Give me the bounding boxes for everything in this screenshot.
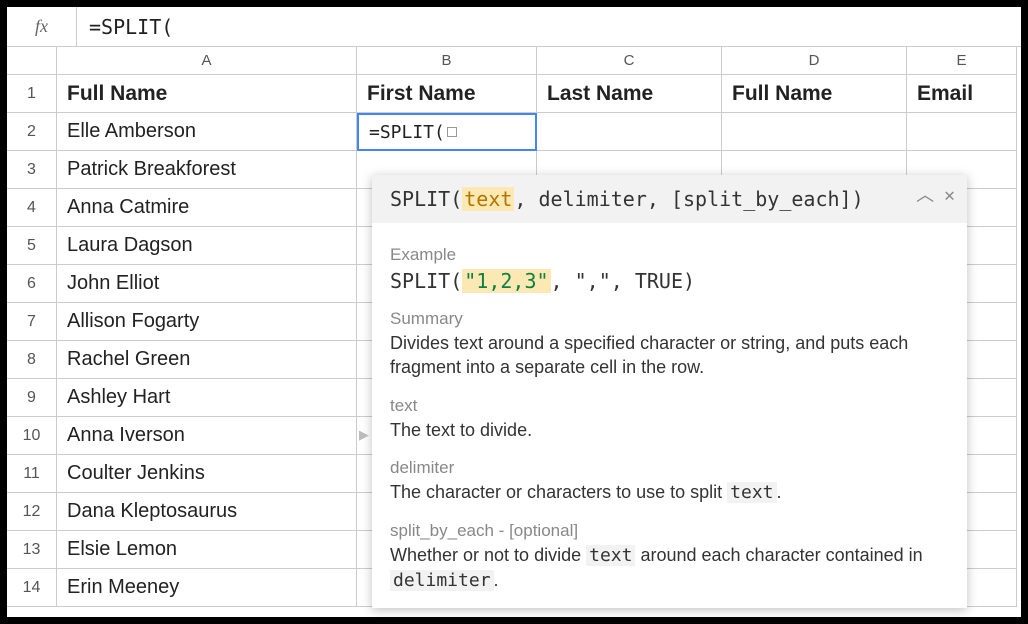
summary-label: Summary [390, 309, 949, 329]
row-header[interactable]: 8 [7, 341, 57, 379]
row-header[interactable]: 7 [7, 303, 57, 341]
t: Whether or not to divide [390, 545, 586, 565]
column-headers: A B C D E [7, 47, 1021, 75]
row-2: 2 Elle Amberson =SPLIT( [7, 113, 1021, 151]
close-icon[interactable]: ✕ [944, 183, 955, 208]
row-header[interactable]: 1 [7, 75, 57, 113]
cell[interactable]: Coulter Jenkins [57, 455, 357, 493]
spreadsheet-app: fx =SPLIT( A B C D E 1 Full Name First N… [7, 7, 1021, 617]
caret-left-icon: ▶ [359, 427, 369, 443]
sig-fn: SPLIT( [390, 187, 462, 211]
row-header[interactable]: 12 [7, 493, 57, 531]
cell[interactable] [537, 113, 722, 151]
t: The character or characters to use to sp… [390, 482, 727, 502]
tooltip-signature: SPLIT(text, delimiter, [split_by_each]) … [372, 175, 967, 223]
code: delimiter [390, 570, 494, 591]
summary-text: Divides text around a specified characte… [390, 331, 949, 380]
code: text [586, 545, 635, 566]
t: around each character contained in [635, 545, 922, 565]
select-all-corner[interactable] [7, 47, 57, 75]
row-header[interactable]: 10 [7, 417, 57, 455]
example-label: Example [390, 245, 949, 265]
tooltip-body: Example SPLIT("1,2,3", ",", TRUE) Summar… [372, 223, 967, 608]
example-line: SPLIT("1,2,3", ",", TRUE) [390, 269, 949, 293]
row-header[interactable]: 11 [7, 455, 57, 493]
t: . [777, 482, 782, 502]
tooltip-controls: ︿ ✕ [916, 183, 955, 208]
active-cell[interactable]: =SPLIT( [357, 113, 537, 151]
cell[interactable]: Anna Iverson [57, 417, 357, 455]
row-header[interactable]: 14 [7, 569, 57, 607]
param-delim-label: delimiter [390, 458, 949, 478]
param-split-desc: Whether or not to divide text around eac… [390, 543, 949, 594]
cell[interactable]: Elsie Lemon [57, 531, 357, 569]
cell[interactable]: Dana Kleptosaurus [57, 493, 357, 531]
ex-arg1: "1,2,3" [462, 269, 550, 293]
formula-help-tooltip: ▶ SPLIT(text, delimiter, [split_by_each]… [372, 175, 967, 608]
col-header-B[interactable]: B [357, 47, 537, 75]
cell[interactable]: Patrick Breakforest [57, 151, 357, 189]
cell[interactable]: Email [907, 75, 1017, 113]
param-split-label: split_by_each - [optional] [390, 521, 949, 541]
cell-formula-text: =SPLIT( [369, 122, 445, 143]
t: . [494, 570, 499, 590]
row-header[interactable]: 2 [7, 113, 57, 151]
row-header[interactable]: 6 [7, 265, 57, 303]
fx-icon[interactable]: fx [7, 7, 77, 46]
row-header[interactable]: 5 [7, 227, 57, 265]
col-header-D[interactable]: D [722, 47, 907, 75]
cell[interactable]: First Name [357, 75, 537, 113]
cell[interactable]: Rachel Green [57, 341, 357, 379]
row-header[interactable]: 4 [7, 189, 57, 227]
col-header-A[interactable]: A [57, 47, 357, 75]
row-1: 1 Full Name First Name Last Name Full Na… [7, 75, 1021, 113]
param-text-label: text [390, 396, 949, 416]
row-header[interactable]: 3 [7, 151, 57, 189]
cell[interactable]: Full Name [722, 75, 907, 113]
cursor-icon [447, 127, 457, 137]
code: text [727, 482, 776, 503]
ex-rest: , ",", TRUE) [551, 269, 696, 293]
cell[interactable]: Erin Meeney [57, 569, 357, 607]
col-header-C[interactable]: C [537, 47, 722, 75]
sig-arg-current: text [462, 187, 514, 211]
cell[interactable]: Allison Fogarty [57, 303, 357, 341]
cell[interactable]: Ashley Hart [57, 379, 357, 417]
cell[interactable]: Last Name [537, 75, 722, 113]
row-header[interactable]: 9 [7, 379, 57, 417]
cell[interactable]: John Elliot [57, 265, 357, 303]
formula-input[interactable]: =SPLIT( [77, 7, 1021, 46]
col-header-E[interactable]: E [907, 47, 1017, 75]
cell[interactable]: Elle Amberson [57, 113, 357, 151]
cell[interactable] [722, 113, 907, 151]
cell[interactable]: Full Name [57, 75, 357, 113]
formula-bar: fx =SPLIT( [7, 7, 1021, 47]
collapse-icon[interactable]: ︿ [916, 183, 934, 208]
cell[interactable] [907, 113, 1017, 151]
cell[interactable]: Laura Dagson [57, 227, 357, 265]
param-text-desc: The text to divide. [390, 418, 949, 442]
row-header[interactable]: 13 [7, 531, 57, 569]
ex-fn: SPLIT( [390, 269, 462, 293]
sig-rest: , delimiter, [split_by_each]) [514, 187, 863, 211]
cell[interactable]: Anna Catmire [57, 189, 357, 227]
param-delim-desc: The character or characters to use to sp… [390, 480, 949, 505]
